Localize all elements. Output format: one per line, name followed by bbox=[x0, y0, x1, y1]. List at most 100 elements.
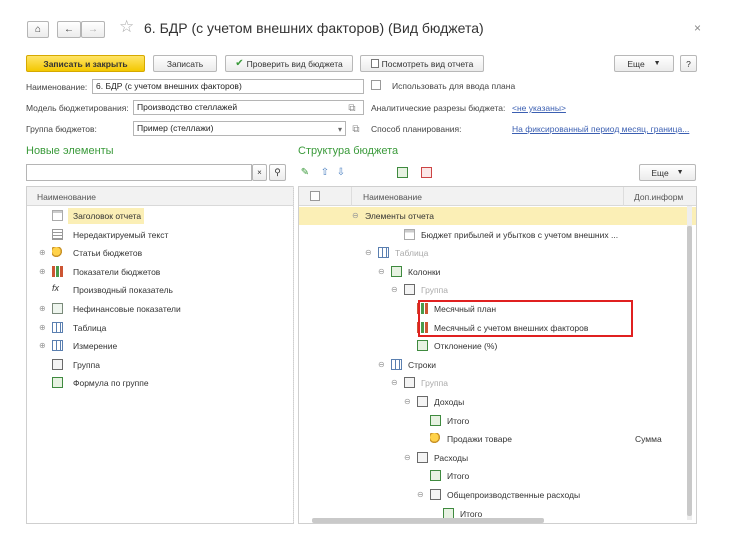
list-item[interactable]: ⊕ Таблица bbox=[27, 319, 293, 337]
search-button[interactable]: ⚲ bbox=[269, 164, 286, 181]
view-report-button[interactable]: Посмотреть вид отчета bbox=[360, 55, 484, 72]
tree-row[interactable]: ⊖ Таблица bbox=[299, 244, 696, 262]
save-button[interactable]: Записать bbox=[153, 55, 217, 72]
vertical-scroll-thumb[interactable] bbox=[687, 226, 692, 516]
name-input[interactable]: 6. БДР (с учетом внешних факторов) bbox=[92, 79, 364, 94]
vertical-scrollbar[interactable] bbox=[687, 206, 692, 520]
budget-structure-tree[interactable]: Наименование Доп.информ ⊖ Элементы отчета… bbox=[298, 186, 697, 524]
expand-toggle-icon[interactable]: ⊕ bbox=[39, 304, 46, 313]
tree-row-label: Бюджет прибылей и убытков с учетом внешн… bbox=[421, 229, 619, 240]
tree-row[interactable]: Итого bbox=[299, 412, 696, 430]
right-column-extra: Доп.информ bbox=[634, 192, 684, 202]
close-icon[interactable]: × bbox=[694, 21, 701, 35]
edit-icon[interactable]: ✎ bbox=[298, 165, 312, 179]
expand-toggle-icon[interactable]: ⊕ bbox=[39, 323, 46, 332]
more-label: Еще bbox=[627, 58, 645, 69]
open-link-icon[interactable]: ⧉ bbox=[345, 101, 359, 115]
home-button[interactable]: ⌂ bbox=[27, 21, 49, 38]
help-label: ? bbox=[686, 58, 691, 69]
expand-toggle-icon[interactable]: ⊖ bbox=[417, 490, 424, 499]
expand-toggle-icon[interactable]: ⊖ bbox=[378, 267, 385, 276]
sigma-icon bbox=[430, 470, 441, 482]
list-item[interactable]: fx Производный показатель bbox=[27, 281, 293, 299]
filter-icon[interactable] bbox=[310, 191, 320, 201]
check-budget-button[interactable]: ✔ Проверить вид бюджета bbox=[225, 55, 353, 72]
tree-row[interactable]: ⊖ Строки bbox=[299, 356, 696, 374]
move-down-icon[interactable]: ⇩ bbox=[334, 165, 348, 179]
tree-row-label: Итого bbox=[447, 471, 470, 482]
more-actions-button[interactable]: Еще ▼ bbox=[614, 55, 674, 72]
expand-toggle-icon[interactable]: ⊖ bbox=[391, 285, 398, 294]
plus-icon bbox=[404, 377, 415, 389]
list-item[interactable]: ⊕ Статьи бюджетов bbox=[27, 244, 293, 262]
horizontal-scroll-thumb[interactable] bbox=[312, 518, 544, 523]
group-input[interactable]: Пример (стеллажи) bbox=[133, 121, 346, 136]
add-table-icon[interactable] bbox=[395, 165, 409, 179]
tree-row[interactable]: Отклонение (%) bbox=[299, 337, 696, 355]
fx-icon: fx bbox=[52, 283, 60, 294]
right-tree-header: Наименование Доп.информ bbox=[299, 187, 696, 206]
save-and-close-button[interactable]: Записать и закрыть bbox=[26, 55, 145, 72]
expand-toggle-icon[interactable]: ⊖ bbox=[404, 397, 411, 406]
model-input[interactable]: Производство стеллажей bbox=[133, 100, 364, 115]
window-title: 6. БДР (с учетом внешних факторов) (Вид … bbox=[144, 20, 484, 36]
name-label: Наименование: bbox=[26, 82, 88, 92]
tree-row[interactable]: ⊖ Доходы bbox=[299, 393, 696, 411]
expand-toggle-icon[interactable]: ⊕ bbox=[39, 248, 46, 257]
highlight-frame bbox=[418, 300, 633, 337]
tree-row[interactable]: Продажи товаре Сумма bbox=[299, 430, 696, 448]
tree-row-label: Общепроизводственные расходы bbox=[447, 490, 581, 500]
analytics-link[interactable]: <не указаны> bbox=[512, 103, 566, 113]
list-item-label: Таблица bbox=[73, 322, 107, 333]
list-item-label: Группа bbox=[73, 359, 100, 370]
list-item[interactable]: Заголовок отчета bbox=[27, 207, 293, 225]
search-input[interactable] bbox=[26, 164, 252, 181]
expand-toggle-icon[interactable]: ⊖ bbox=[391, 378, 398, 387]
new-elements-list[interactable]: Наименование Заголовок отчета Нередактиру… bbox=[26, 186, 294, 524]
delete-table-icon[interactable] bbox=[419, 165, 433, 179]
move-up-icon[interactable]: ⇧ bbox=[318, 165, 332, 179]
structure-more-button[interactable]: Еще ▼ bbox=[639, 164, 696, 181]
list-item-label: Показатели бюджетов bbox=[73, 266, 161, 277]
bars-icon bbox=[52, 265, 63, 277]
list-item[interactable]: ⊕ Показатели бюджетов bbox=[27, 263, 293, 281]
tree-row-label: Группа bbox=[421, 378, 448, 389]
tree-row[interactable]: ⊖ Общепроизводственные расходы bbox=[299, 486, 696, 504]
tree-row[interactable]: Итого bbox=[299, 467, 696, 485]
table-icon bbox=[378, 247, 389, 259]
tree-row[interactable]: ⊖ Группа bbox=[299, 374, 696, 392]
list-item-label: Измерение bbox=[73, 341, 118, 352]
expand-toggle-icon[interactable]: ⊖ bbox=[404, 453, 411, 462]
list-item[interactable]: ⊕ Нефинансовые показатели bbox=[27, 300, 293, 318]
list-item[interactable]: Формула по группе bbox=[27, 374, 293, 392]
list-item[interactable]: ⊕ Измерение bbox=[27, 337, 293, 355]
planning-link[interactable]: На фиксированный период месяц, граница..… bbox=[512, 124, 689, 134]
expand-toggle-icon[interactable]: ⊖ bbox=[365, 248, 372, 257]
forward-arrow-icon: → bbox=[88, 24, 98, 35]
tree-row[interactable]: ⊖ Колонки bbox=[299, 263, 696, 281]
back-button[interactable]: ← bbox=[57, 21, 81, 38]
list-item[interactable]: Нередактируемый текст bbox=[27, 226, 293, 244]
tree-row[interactable]: ⊖ Группа bbox=[299, 281, 696, 299]
tree-row[interactable]: ⊖ Расходы bbox=[299, 449, 696, 467]
structure-more-arrow-icon: ▼ bbox=[676, 169, 684, 176]
panel-divider[interactable] bbox=[293, 186, 294, 522]
coin-icon bbox=[52, 247, 63, 259]
tree-row[interactable]: Бюджет прибылей и убытков с учетом внешн… bbox=[299, 226, 696, 244]
list-item-label: Заголовок отчета bbox=[73, 211, 142, 221]
expand-toggle-icon[interactable]: ⊖ bbox=[352, 211, 359, 220]
table-icon bbox=[391, 358, 402, 370]
expand-toggle-icon[interactable]: ⊕ bbox=[39, 341, 46, 350]
group-open-icon[interactable]: ⧉ bbox=[349, 122, 363, 136]
list-item[interactable]: Группа bbox=[27, 356, 293, 374]
star-icon[interactable]: ☆ bbox=[119, 17, 134, 37]
expand-toggle-icon[interactable]: ⊖ bbox=[378, 360, 385, 369]
clear-search-button[interactable]: × bbox=[252, 164, 267, 181]
forward-button[interactable]: → bbox=[81, 21, 105, 38]
use-for-plan-checkbox[interactable] bbox=[371, 80, 381, 90]
help-button[interactable]: ? bbox=[680, 55, 697, 72]
list-item-label: Формула по группе bbox=[73, 378, 149, 389]
tree-row[interactable]: ⊖ Элементы отчета bbox=[299, 207, 696, 225]
expand-toggle-icon[interactable]: ⊕ bbox=[39, 267, 46, 276]
group-dropdown-icon[interactable]: ▾ bbox=[333, 122, 347, 136]
